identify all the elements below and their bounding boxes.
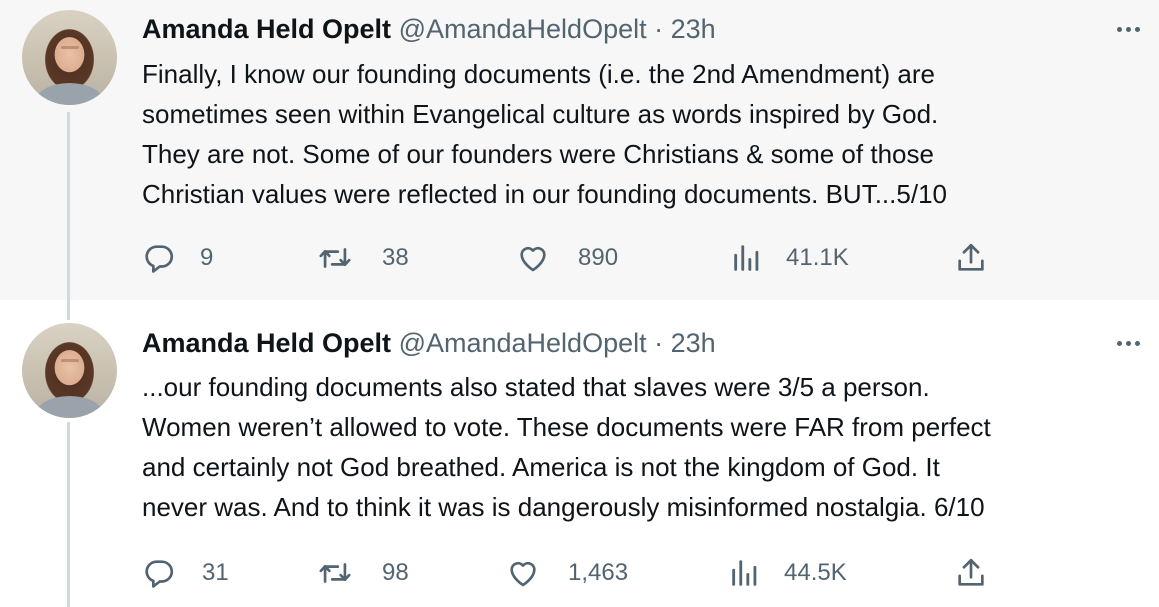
author-name[interactable]: Amanda Held Opelt <box>142 14 391 44</box>
share-button[interactable] <box>954 556 988 590</box>
views-button[interactable]: 44.5K <box>728 556 847 590</box>
separator: · <box>654 14 664 44</box>
thread-line <box>67 300 70 320</box>
heart-icon <box>520 246 546 272</box>
views-button[interactable]: 41.1K <box>730 241 849 275</box>
share-icon <box>958 558 984 586</box>
separator: · <box>654 328 664 358</box>
retweet-count: 38 <box>382 244 409 271</box>
more-options-button[interactable] <box>1111 12 1145 46</box>
retweet-button[interactable]: 38 <box>318 241 409 275</box>
retweet-icon <box>319 563 351 583</box>
reply-count: 31 <box>202 559 229 586</box>
retweet-count: 98 <box>382 559 409 586</box>
tweet[interactable]: Amanda Held Opelt @AmandaHeldOpelt · 23h… <box>0 0 1159 300</box>
tweet-text: Finally, I know our founding documents (… <box>142 59 947 209</box>
author-handle[interactable]: @AmandaHeldOpelt <box>399 328 647 358</box>
thread-line <box>67 422 70 607</box>
like-count: 890 <box>578 244 619 271</box>
author-handle[interactable]: @AmandaHeldOpelt <box>399 14 647 44</box>
like-count: 1,463 <box>568 559 629 586</box>
author-name[interactable]: Amanda Held Opelt <box>142 328 391 358</box>
reply-count: 9 <box>200 244 214 271</box>
retweet-icon <box>319 248 351 268</box>
more-options-button[interactable] <box>1111 326 1145 360</box>
views-icon <box>734 245 759 271</box>
like-button[interactable]: 1,463 <box>506 556 628 590</box>
heart-icon <box>510 561 536 587</box>
views-count: 41.1K <box>786 244 849 271</box>
like-button[interactable]: 890 <box>516 241 618 275</box>
share-icon <box>958 243 984 271</box>
more-icon <box>1116 340 1122 346</box>
tweet-header: Amanda Held Opelt @AmandaHeldOpelt · 23h <box>142 326 716 360</box>
avatar[interactable] <box>22 10 117 105</box>
tweet-actions: 31 98 1,463 44.5K <box>142 556 1002 590</box>
tweet-text: ...our founding documents also stated th… <box>142 372 991 522</box>
tweet[interactable]: Amanda Held Opelt @AmandaHeldOpelt · 23h… <box>0 300 1159 607</box>
reply-icon <box>145 245 174 273</box>
reply-icon <box>145 560 174 588</box>
views-icon <box>732 560 757 586</box>
reply-button[interactable]: 9 <box>142 241 213 275</box>
avatar[interactable] <box>22 323 117 418</box>
views-count: 44.5K <box>784 559 847 586</box>
tweet-time[interactable]: 23h <box>671 328 716 358</box>
reply-button[interactable]: 31 <box>142 556 229 590</box>
tweet-time[interactable]: 23h <box>671 14 716 44</box>
share-button[interactable] <box>954 241 988 275</box>
retweet-button[interactable]: 98 <box>318 556 409 590</box>
more-icon <box>1116 26 1122 32</box>
tweet-actions: 9 38 890 41.1K <box>142 241 1002 275</box>
thread-line <box>67 112 70 300</box>
tweet-header: Amanda Held Opelt @AmandaHeldOpelt · 23h <box>142 12 716 46</box>
